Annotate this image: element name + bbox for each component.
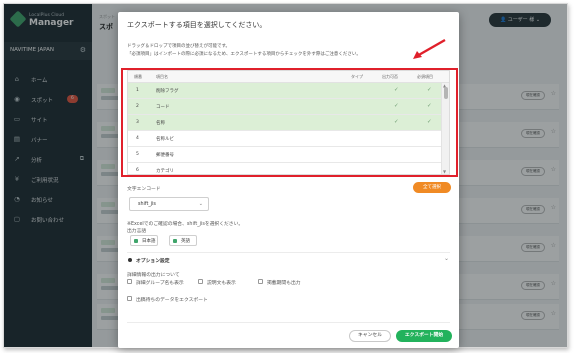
pending-data-checkbox[interactable] xyxy=(127,296,132,301)
encoding-value: shift_jis xyxy=(138,202,156,207)
description-checkbox[interactable] xyxy=(198,279,203,284)
dialog-title: エクスポートする項目を選択してください。 xyxy=(127,21,267,29)
period-label: 掲載期間も出力 xyxy=(267,281,301,286)
chevron-down-icon: ⌄ xyxy=(198,201,203,207)
language-option-ja[interactable]: 日本語 xyxy=(130,235,158,246)
language-label-ja: 日本語 xyxy=(142,239,156,244)
detail-group-label: 詳細グループ名も表示 xyxy=(136,281,184,286)
detail-label: 詳細情報の出力について xyxy=(127,273,180,278)
encoding-select[interactable]: shift_jis ⌄ xyxy=(129,197,209,211)
option-section-title[interactable]: オプション設定 xyxy=(136,257,170,264)
annotation-arrow-icon xyxy=(413,38,446,59)
period-checkbox[interactable] xyxy=(258,279,263,284)
description-label: 説明文も表示 xyxy=(207,281,236,286)
encoding-note: ※Excelでのご確認の場合、shift_jisを選択ください。 xyxy=(127,222,244,227)
detail-group-checkbox[interactable] xyxy=(127,279,132,284)
checkbox-checked-icon xyxy=(134,239,138,243)
divider xyxy=(127,252,450,253)
pending-data-label: 出稿待ちのデータをエクスポート xyxy=(136,298,208,303)
highlight-box xyxy=(121,68,458,177)
select-all-button[interactable]: 全て選択 xyxy=(413,182,451,193)
dialog-hint-required: 「必須項目」はインポートの際に必須になるため、エクスポートする項目からチェックを… xyxy=(127,52,361,57)
chevron-down-icon[interactable]: ⌄ xyxy=(444,255,449,262)
language-option-en[interactable]: 英語 xyxy=(169,235,197,246)
language-label: 出力言語 xyxy=(127,229,147,234)
bullet-icon xyxy=(128,258,132,262)
checkbox-checked-icon xyxy=(173,239,177,243)
export-dialog: エクスポートする項目を選択してください。 ドラッグ＆ドロップで項目の並び替えが可… xyxy=(118,12,459,348)
divider xyxy=(127,322,450,323)
cancel-button[interactable]: キャンセル xyxy=(349,330,391,342)
dialog-hint: ドラッグ＆ドロップで項目の並び替えが可能です。 xyxy=(127,44,231,49)
start-export-button[interactable]: エクスポート開始 xyxy=(396,330,452,342)
encoding-label: 文字エンコード xyxy=(127,187,161,192)
language-label-en: 英語 xyxy=(181,239,190,244)
